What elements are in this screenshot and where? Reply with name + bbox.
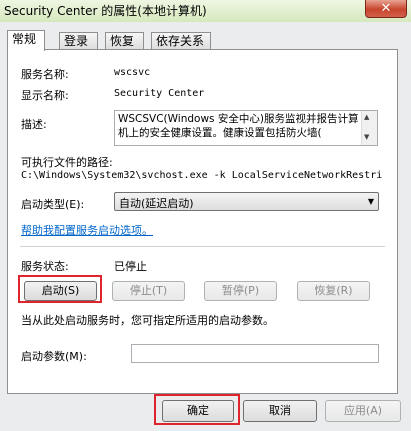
tab-logon[interactable]: 登录 (59, 32, 98, 50)
general-panel: 服务名称: wscsvc 显示名称: Security Center 描述: W… (7, 49, 398, 394)
startup-type-select[interactable]: 自动(延迟启动) ▼ (114, 192, 379, 211)
tab-dependencies[interactable]: 依存关系 (151, 32, 211, 50)
startup-type-value: 自动(延迟启动) (119, 197, 194, 210)
display-name-value: Security Center (114, 88, 205, 99)
description-box[interactable]: WSCSVC(Windows 安全中心)服务监视并报告计算机上的安全健康设置。健… (114, 110, 378, 146)
exe-path-label: 可执行文件的路径: (21, 156, 113, 169)
startup-type-label: 启动类型(E): (21, 198, 85, 211)
description-label: 描述: (21, 118, 47, 131)
display-name-label: 显示名称: (21, 89, 69, 102)
ok-button[interactable]: 确定 (162, 400, 234, 422)
help-link[interactable]: 帮助我配置服务启动选项。 (21, 222, 153, 238)
exe-path-value: C:\Windows\System32\svchost.exe -k Local… (21, 170, 383, 181)
hint-text: 当从此处启动服务时，您可指定所适用的启动参数。 (21, 314, 274, 327)
service-status-value: 已停止 (114, 260, 147, 273)
window-title: Security Center 的属性(本地计算机) (4, 4, 207, 18)
service-name-value: wscsvc (114, 67, 151, 78)
resume-button[interactable]: 恢复(R) (297, 281, 370, 301)
cancel-button[interactable]: 取消 (243, 400, 317, 422)
service-name-label: 服务名称: (21, 68, 69, 81)
start-button[interactable]: 启动(S) (24, 281, 97, 301)
description-scrollbar[interactable]: ▲ ▼ (361, 111, 377, 145)
description-text: WSCSVC(Windows 安全中心)服务监视并报告计算机上的安全健康设置。健… (118, 113, 359, 139)
start-params-label: 启动参数(M): (21, 350, 87, 363)
close-icon: ✕ (380, 1, 392, 16)
scroll-up-icon[interactable]: ▲ (364, 113, 369, 121)
title-bar[interactable]: Security Center 的属性(本地计算机) ✕ (0, 0, 411, 22)
tab-recovery[interactable]: 恢复 (105, 32, 144, 50)
service-status-label: 服务状态: (21, 260, 69, 273)
properties-dialog: Security Center 的属性(本地计算机) ✕ 常规 登录 恢复 依存… (0, 0, 411, 431)
divider (20, 246, 385, 248)
start-params-input[interactable] (131, 344, 379, 363)
scroll-down-icon[interactable]: ▼ (364, 133, 369, 141)
stop-button[interactable]: 停止(T) (112, 281, 185, 301)
apply-button[interactable]: 应用(A) (325, 400, 401, 422)
pause-button[interactable]: 暂停(P) (204, 281, 277, 301)
close-button[interactable]: ✕ (365, 0, 407, 18)
chevron-down-icon: ▼ (367, 197, 374, 206)
tab-general[interactable]: 常规 (7, 30, 45, 51)
